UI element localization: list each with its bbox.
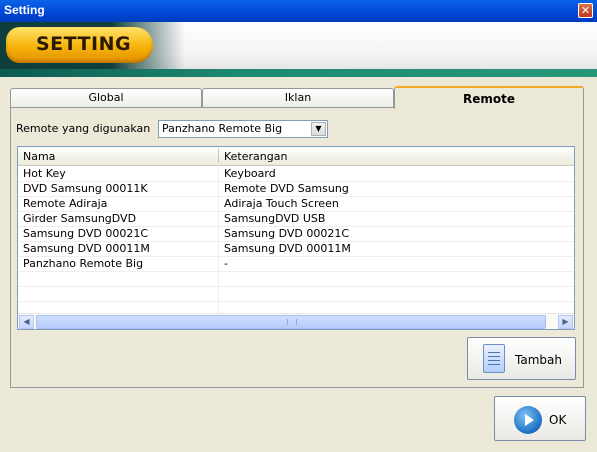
table-row-empty [18,271,574,287]
logo-text: SETTING [36,33,132,55]
scrollbar-thumb[interactable] [36,315,546,329]
header-stripe [0,69,597,77]
chevron-down-icon[interactable]: ▼ [311,122,326,136]
table-row[interactable]: Girder SamsungDVD SamsungDVD USB [18,211,574,227]
table-row[interactable]: Panzhano Remote Big - [18,256,574,272]
tab-iklan[interactable]: Iklan [202,88,394,108]
window-title: Setting [4,3,45,17]
ok-button[interactable]: OK [494,396,586,441]
ok-label: OK [549,413,567,427]
table-header: Nama Keterangan [18,147,574,166]
header-banner: SETTING [0,22,597,77]
table-row[interactable]: DVD Samsung 00011K Remote DVD Samsung [18,181,574,197]
table-row[interactable]: Samsung DVD 00011M Samsung DVD 00011M [18,241,574,257]
close-icon: ✕ [580,4,591,17]
remote-label: Remote yang digunakan [16,122,151,135]
title-bar: Setting ✕ [0,0,597,22]
remote-table[interactable]: Nama Keterangan Hot Key Keyboard DVD Sam… [17,146,575,330]
setting-logo: SETTING [6,27,153,63]
column-header-keterangan[interactable]: Keterangan [224,150,287,163]
column-header-nama[interactable]: Nama [23,150,55,163]
scroll-left-icon[interactable]: ◀ [19,315,34,329]
remote-select[interactable]: Panzhano Remote Big ▼ [158,120,328,138]
table-row-empty [18,286,574,302]
table-row[interactable]: Remote Adiraja Adiraja Touch Screen [18,196,574,212]
remote-select-value: Panzhano Remote Big [162,122,283,135]
tambah-label: Tambah [515,353,562,367]
horizontal-scrollbar[interactable]: ◀ ▶ [18,313,574,329]
tab-global[interactable]: Global [10,88,202,108]
scroll-right-icon[interactable]: ▶ [558,315,573,329]
table-row[interactable]: Hot Key Keyboard [18,166,574,182]
arrow-right-icon [514,406,542,434]
tambah-button[interactable]: Tambah [467,337,576,380]
table-row[interactable]: Samsung DVD 00021C Samsung DVD 00021C [18,226,574,242]
tab-remote[interactable]: Remote [394,86,584,109]
close-button[interactable]: ✕ [578,3,593,18]
document-icon [483,344,505,373]
